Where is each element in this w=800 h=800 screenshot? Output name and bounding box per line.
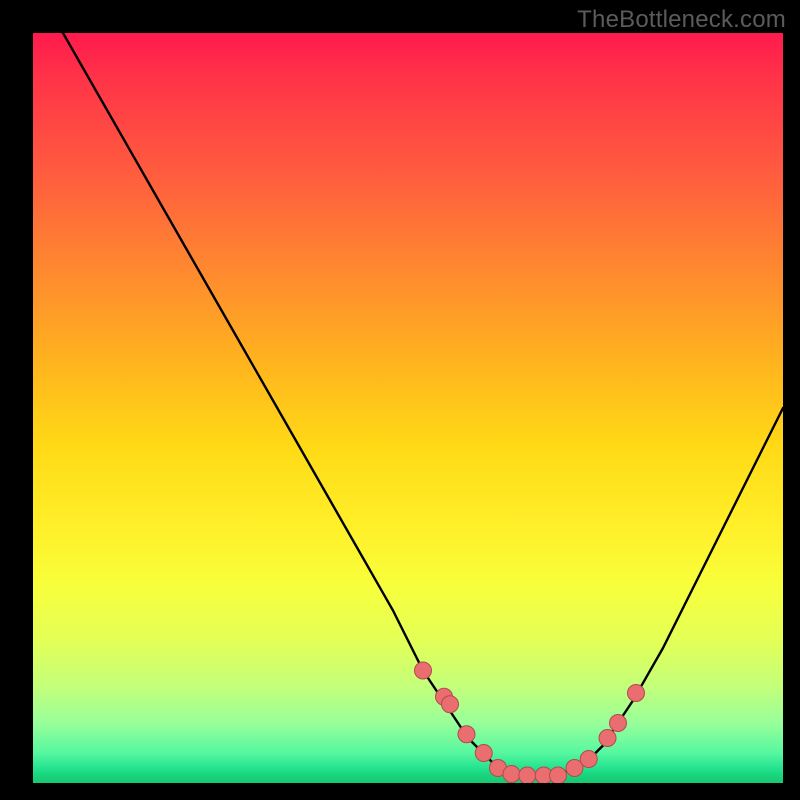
marker-point [415, 662, 432, 679]
marker-point [475, 745, 492, 762]
marker-point [519, 767, 536, 783]
marker-point [610, 715, 627, 732]
marker-point [458, 726, 475, 743]
marker-point [503, 766, 520, 783]
watermark-text: TheBottleneck.com [577, 6, 786, 34]
marker-point [442, 696, 459, 713]
bottleneck-curve [33, 33, 783, 776]
chart-stage: TheBottleneck.com [0, 0, 800, 800]
marker-point [599, 730, 616, 747]
marker-point [550, 767, 567, 783]
marker-group [415, 662, 645, 783]
plot-area [33, 33, 783, 783]
chart-svg [33, 33, 783, 783]
marker-point [580, 751, 597, 768]
marker-point [628, 685, 645, 702]
